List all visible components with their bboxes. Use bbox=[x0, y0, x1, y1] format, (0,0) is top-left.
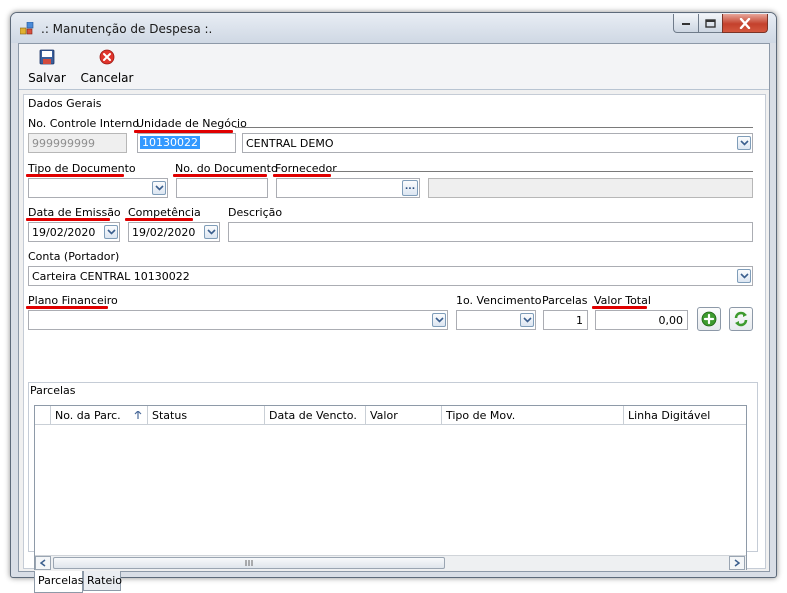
descricao-input[interactable] bbox=[228, 222, 753, 242]
save-button[interactable]: Salvar bbox=[27, 47, 67, 87]
chevron-down-icon[interactable] bbox=[104, 225, 118, 239]
title-bar[interactable]: .: Manutenção de Despesa :. bbox=[11, 13, 776, 43]
conta-value: Carteira CENTRAL 10130022 bbox=[32, 270, 190, 283]
add-icon bbox=[701, 311, 717, 327]
window-client: Salvar Cancelar Dados Gerais No. Control… bbox=[18, 43, 770, 593]
grip-icon bbox=[245, 560, 253, 566]
chevron-down-icon[interactable] bbox=[737, 269, 751, 283]
cancel-label: Cancelar bbox=[80, 71, 134, 85]
fornecedor-code-input[interactable]: ... bbox=[276, 178, 420, 198]
add-button[interactable] bbox=[697, 307, 721, 331]
valor-total-value: 0,00 bbox=[658, 314, 684, 327]
chevron-right-icon bbox=[734, 559, 740, 567]
parcelas-grid[interactable]: No. da Parc. Status Data de Vencto. Valo… bbox=[34, 405, 747, 570]
close-window-button[interactable] bbox=[722, 14, 768, 33]
maximize-button[interactable] bbox=[698, 14, 723, 33]
unidade-name-value: CENTRAL DEMO bbox=[246, 137, 334, 150]
unidade-code-value: 10130022 bbox=[140, 136, 200, 149]
column-header[interactable]: Valor bbox=[366, 406, 442, 425]
required-underline bbox=[125, 218, 193, 221]
valor-total-input[interactable]: 0,00 bbox=[595, 310, 688, 330]
sort-ascending-icon bbox=[134, 411, 142, 419]
scroll-right-button[interactable] bbox=[729, 556, 745, 570]
refresh-icon bbox=[734, 311, 748, 327]
chevron-down-icon[interactable] bbox=[204, 225, 218, 239]
maximize-icon bbox=[705, 18, 716, 28]
window-title: .: Manutenção de Despesa :. bbox=[41, 22, 213, 36]
toolbar: Salvar Cancelar bbox=[19, 44, 769, 90]
unidade-code-input[interactable]: 10130022 bbox=[137, 133, 236, 153]
plano-select[interactable] bbox=[28, 310, 448, 330]
scroll-left-button[interactable] bbox=[35, 556, 51, 570]
parcelas-count-value: 1 bbox=[576, 314, 583, 327]
chevron-down-icon[interactable] bbox=[432, 313, 446, 327]
app-window: .: Manutenção de Despesa :. Salvar Cance… bbox=[10, 12, 777, 593]
parcelas-count-input[interactable]: 1 bbox=[543, 310, 588, 330]
chevron-left-icon bbox=[40, 559, 46, 567]
fornecedor-name-field bbox=[428, 178, 753, 198]
tab-rateio[interactable]: Rateio bbox=[83, 571, 122, 591]
floppy-disk-icon bbox=[39, 49, 55, 65]
tipo-doc-select[interactable] bbox=[28, 178, 168, 198]
cancel-button[interactable]: Cancelar bbox=[80, 47, 134, 87]
competencia-date-picker[interactable]: 19/02/2020 bbox=[128, 222, 220, 242]
required-underline bbox=[273, 174, 331, 177]
column-header[interactable]: Data de Vencto. bbox=[265, 406, 366, 425]
separator-line bbox=[331, 171, 753, 172]
vencimento-date-picker[interactable] bbox=[456, 310, 536, 330]
cancel-icon bbox=[99, 49, 115, 65]
column-header[interactable]: Linha Digitável bbox=[624, 406, 746, 425]
refresh-button[interactable] bbox=[729, 307, 753, 331]
unidade-label: Unidade de Negócio bbox=[136, 117, 247, 130]
column-header[interactable]: Tipo de Mov. bbox=[442, 406, 624, 425]
controle-label: No. Controle Interno bbox=[28, 117, 140, 130]
num-doc-input[interactable] bbox=[176, 178, 268, 198]
competencia-value: 19/02/2020 bbox=[132, 226, 196, 239]
controle-value: 999999999 bbox=[32, 137, 95, 150]
app-icon bbox=[20, 22, 34, 35]
separator-line bbox=[235, 127, 753, 128]
dados-gerais-group: Dados Gerais No. Controle Interno 999999… bbox=[23, 94, 766, 593]
unidade-select[interactable]: CENTRAL DEMO bbox=[242, 133, 753, 153]
chevron-down-icon[interactable] bbox=[520, 313, 534, 327]
required-underline bbox=[26, 218, 110, 221]
column-header[interactable]: Status bbox=[148, 406, 265, 425]
required-underline bbox=[173, 174, 267, 177]
emissao-date-picker[interactable]: 19/02/2020 bbox=[28, 222, 120, 242]
conta-select[interactable]: Carteira CENTRAL 10130022 bbox=[28, 266, 753, 286]
scroll-thumb[interactable] bbox=[53, 557, 445, 569]
minimize-button[interactable] bbox=[673, 14, 699, 33]
save-label: Salvar bbox=[28, 71, 66, 85]
column-header[interactable]: No. da Parc. bbox=[51, 406, 148, 425]
parcelas-group-title: Parcelas bbox=[30, 384, 76, 397]
required-underline bbox=[26, 306, 108, 309]
required-underline bbox=[592, 306, 647, 309]
horizontal-scrollbar[interactable] bbox=[35, 555, 746, 570]
lookup-button[interactable]: ... bbox=[402, 180, 418, 196]
required-underline bbox=[26, 174, 124, 177]
parcelas-count-label: Parcelas bbox=[542, 294, 588, 307]
group-title: Dados Gerais bbox=[28, 97, 102, 110]
row-header-column bbox=[35, 406, 51, 425]
chevron-down-icon[interactable] bbox=[152, 181, 166, 195]
grid-header: No. da Parc. Status Data de Vencto. Valo… bbox=[35, 406, 746, 425]
minimize-icon bbox=[682, 23, 690, 25]
close-icon bbox=[739, 17, 751, 29]
conta-label: Conta (Portador) bbox=[28, 250, 120, 263]
chevron-down-icon[interactable] bbox=[737, 136, 751, 150]
vencimento-label: 1o. Vencimento bbox=[456, 294, 542, 307]
emissao-value: 19/02/2020 bbox=[32, 226, 96, 239]
controle-field: 999999999 bbox=[28, 133, 127, 153]
descricao-label: Descrição bbox=[228, 206, 283, 219]
